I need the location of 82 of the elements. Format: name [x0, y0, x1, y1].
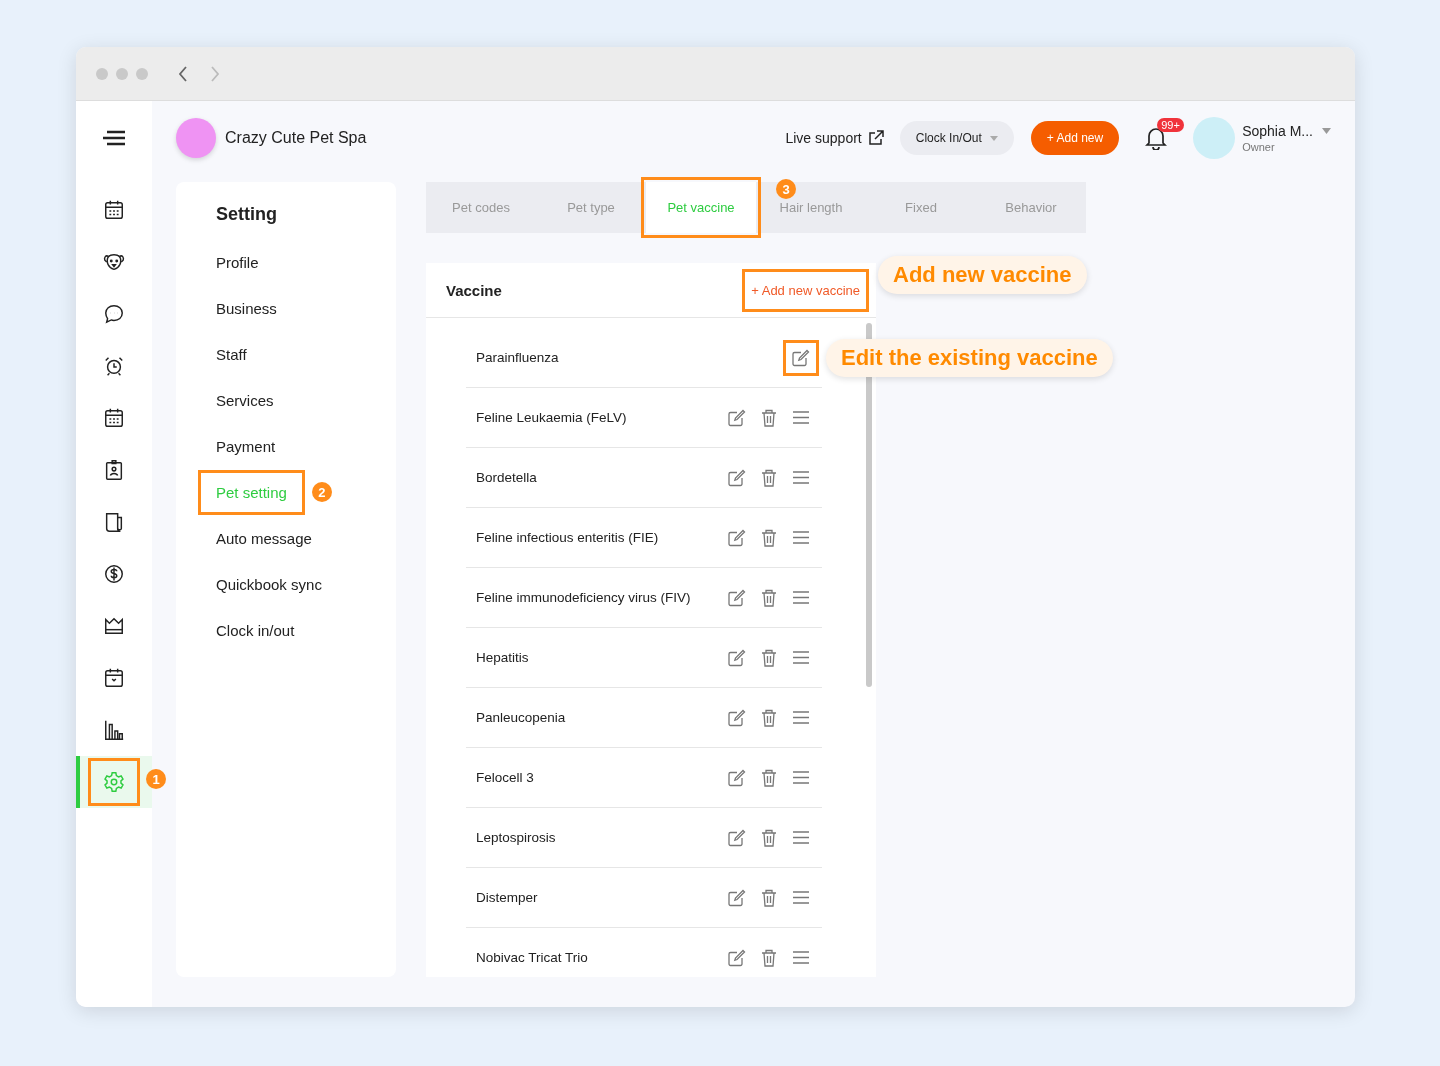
crown-icon: [103, 615, 125, 637]
calendar-grid-icon: [103, 407, 125, 429]
vaccine-name: Distemper: [476, 890, 538, 905]
alarm-clock-icon: [103, 355, 125, 377]
trash-icon[interactable]: [761, 828, 777, 847]
business-logo: [176, 118, 216, 158]
vaccine-name: Parainfluenza: [476, 350, 559, 365]
caret-icon: [989, 135, 998, 141]
edit-icon[interactable]: [728, 588, 746, 607]
step-number-badge: 3: [776, 179, 796, 199]
drag-handle-icon[interactable]: [793, 651, 809, 664]
settings-menu-item[interactable]: Clock in/out: [201, 610, 310, 650]
external-link-icon: [867, 130, 884, 146]
edit-icon[interactable]: [728, 888, 746, 907]
dog-face-icon: [103, 251, 125, 273]
edit-icon[interactable]: [728, 648, 746, 667]
window-control-dot[interactable]: [116, 67, 128, 80]
settings-title: Setting: [216, 204, 278, 225]
trash-icon[interactable]: [761, 528, 777, 547]
clock-in-out-dropdown[interactable]: Clock In/Out: [899, 121, 1014, 155]
drag-handle-icon[interactable]: [793, 411, 809, 424]
trash-icon[interactable]: [761, 948, 777, 967]
settings-menu-item[interactable]: Auto message: [201, 518, 327, 558]
trash-icon[interactable]: [761, 708, 777, 727]
vaccine-name: Bordetella: [476, 470, 537, 485]
step-number-badge: 2: [311, 482, 332, 502]
business-name: Crazy Cute Pet Spa: [225, 129, 367, 147]
drag-handle-icon[interactable]: [793, 471, 809, 484]
dollar-icon: [103, 563, 125, 585]
drag-handle-icon[interactable]: [793, 531, 809, 544]
vaccine-name: Feline Leukaemia (FeLV): [476, 410, 627, 425]
vaccine-name: Hepatitis: [476, 650, 529, 665]
caret-icon[interactable]: [1322, 128, 1331, 134]
settings-menu-item[interactable]: Profile: [201, 242, 274, 282]
settings-menu-item[interactable]: Staff: [201, 334, 262, 374]
vaccine-name: Feline immunodeficiency virus (FIV): [476, 590, 691, 605]
vaccine-name: Nobivac Tricat Trio: [476, 950, 588, 965]
edit-icon[interactable]: [728, 948, 746, 967]
panel-title: Vaccine: [446, 281, 502, 299]
calendar-icon: [103, 199, 125, 221]
window-control-dot[interactable]: [96, 67, 108, 80]
edit-icon[interactable]: [728, 768, 746, 787]
drag-handle-icon[interactable]: [793, 831, 809, 844]
vaccine-name: Leptospirosis: [476, 830, 556, 845]
callout-label: Add new vaccine: [878, 255, 1087, 294]
window-control-dot[interactable]: [136, 67, 148, 80]
drag-handle-icon[interactable]: [793, 711, 809, 724]
settings-icon: [103, 771, 125, 793]
user-name[interactable]: Sophia M...: [1242, 123, 1313, 139]
trash-icon[interactable]: [761, 888, 777, 907]
drag-handle-icon[interactable]: [793, 891, 809, 904]
edit-icon[interactable]: [728, 708, 746, 727]
trash-icon[interactable]: [761, 468, 777, 487]
bar-chart-icon: [103, 719, 125, 741]
settings-menu-item[interactable]: Business: [201, 288, 292, 328]
settings-menu-item[interactable]: Services: [201, 380, 289, 420]
edit-icon[interactable]: [792, 348, 810, 367]
vaccine-name: Panleucopenia: [476, 710, 566, 725]
step-number-badge: 1: [146, 769, 166, 789]
trash-icon[interactable]: [761, 768, 777, 787]
edit-icon[interactable]: [728, 468, 746, 487]
drag-handle-icon[interactable]: [793, 771, 809, 784]
id-badge-icon: [103, 459, 125, 481]
callout-label: Edit the existing vaccine: [826, 338, 1113, 377]
edit-icon[interactable]: [728, 828, 746, 847]
notification-badge: 99+: [1157, 118, 1184, 132]
trash-icon[interactable]: [761, 588, 777, 607]
trash-icon[interactable]: [761, 408, 777, 427]
user-role: Owner: [1242, 141, 1276, 153]
settings-menu-item[interactable]: Payment: [201, 426, 291, 466]
drag-handle-icon[interactable]: [793, 951, 809, 964]
edit-icon[interactable]: [728, 528, 746, 547]
vaccine-name: Felocell 3: [476, 770, 534, 785]
menu-icon[interactable]: [103, 130, 125, 146]
chat-bubble-icon: [103, 303, 125, 325]
live-support-link[interactable]: Live support: [785, 130, 884, 146]
vaccine-name: Feline infectious enteritis (FIE): [476, 530, 659, 545]
edit-icon[interactable]: [728, 408, 746, 427]
add-vaccine-button[interactable]: + Add new vaccine: [745, 271, 866, 309]
trash-icon[interactable]: [761, 648, 777, 667]
drag-handle-icon[interactable]: [793, 591, 809, 604]
settings-menu-item[interactable]: Quickbook sync: [201, 564, 337, 604]
